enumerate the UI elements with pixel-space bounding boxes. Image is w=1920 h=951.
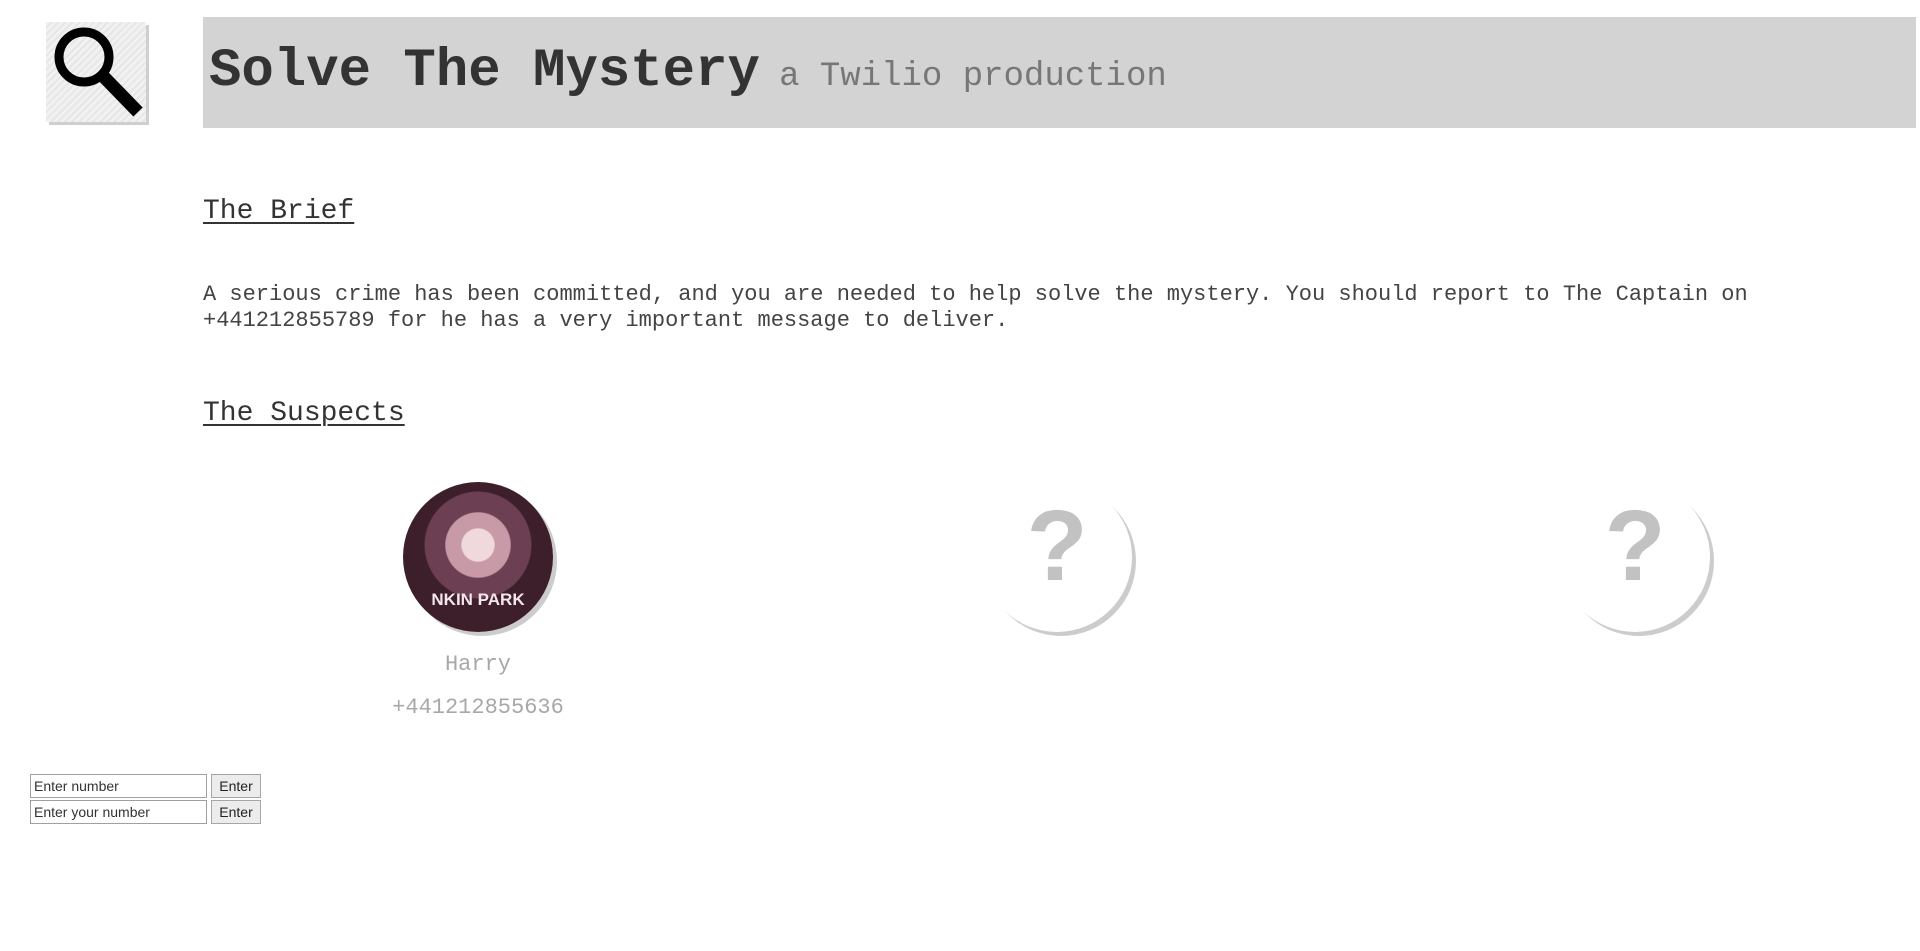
header-bar: Solve The Mystery a Twilio production xyxy=(203,17,1916,128)
site-title: Solve The Mystery a Twilio production xyxy=(209,41,1167,102)
magnifying-glass-icon xyxy=(54,27,143,117)
question-mark-icon: ? xyxy=(1026,490,1088,602)
suspect-card-unknown: ? xyxy=(1535,482,1735,632)
suspect-card-harry: NKIN PARK Harry +441212855636 xyxy=(378,482,578,720)
logo xyxy=(46,22,146,122)
number-input[interactable] xyxy=(30,774,207,798)
your-number-form: Enter xyxy=(30,800,261,826)
brief-text: A serious crime has been committed, and … xyxy=(203,282,1748,333)
your-number-input[interactable] xyxy=(30,800,207,824)
number-form: Enter xyxy=(30,774,261,800)
suspects-heading: The Suspects xyxy=(203,398,405,429)
suspect-avatar-unknown: ? xyxy=(982,482,1132,632)
page-title: Solve The Mystery xyxy=(209,41,760,102)
number-enter-button[interactable]: Enter xyxy=(211,774,261,798)
suspect-avatar: NKIN PARK xyxy=(403,482,553,632)
suspect-card-unknown: ? xyxy=(957,482,1157,632)
question-mark-icon: ? xyxy=(1604,490,1666,602)
page-subtitle: a Twilio production xyxy=(779,58,1167,96)
brief-heading: The Brief xyxy=(203,196,355,227)
suspect-number: +441212855636 xyxy=(392,695,564,720)
your-number-enter-button[interactable]: Enter xyxy=(211,800,261,824)
suspect-name: Harry xyxy=(444,652,511,677)
suspect-avatar-unknown: ? xyxy=(1560,482,1710,632)
suspect-shirt-text: NKIN PARK xyxy=(431,590,525,609)
